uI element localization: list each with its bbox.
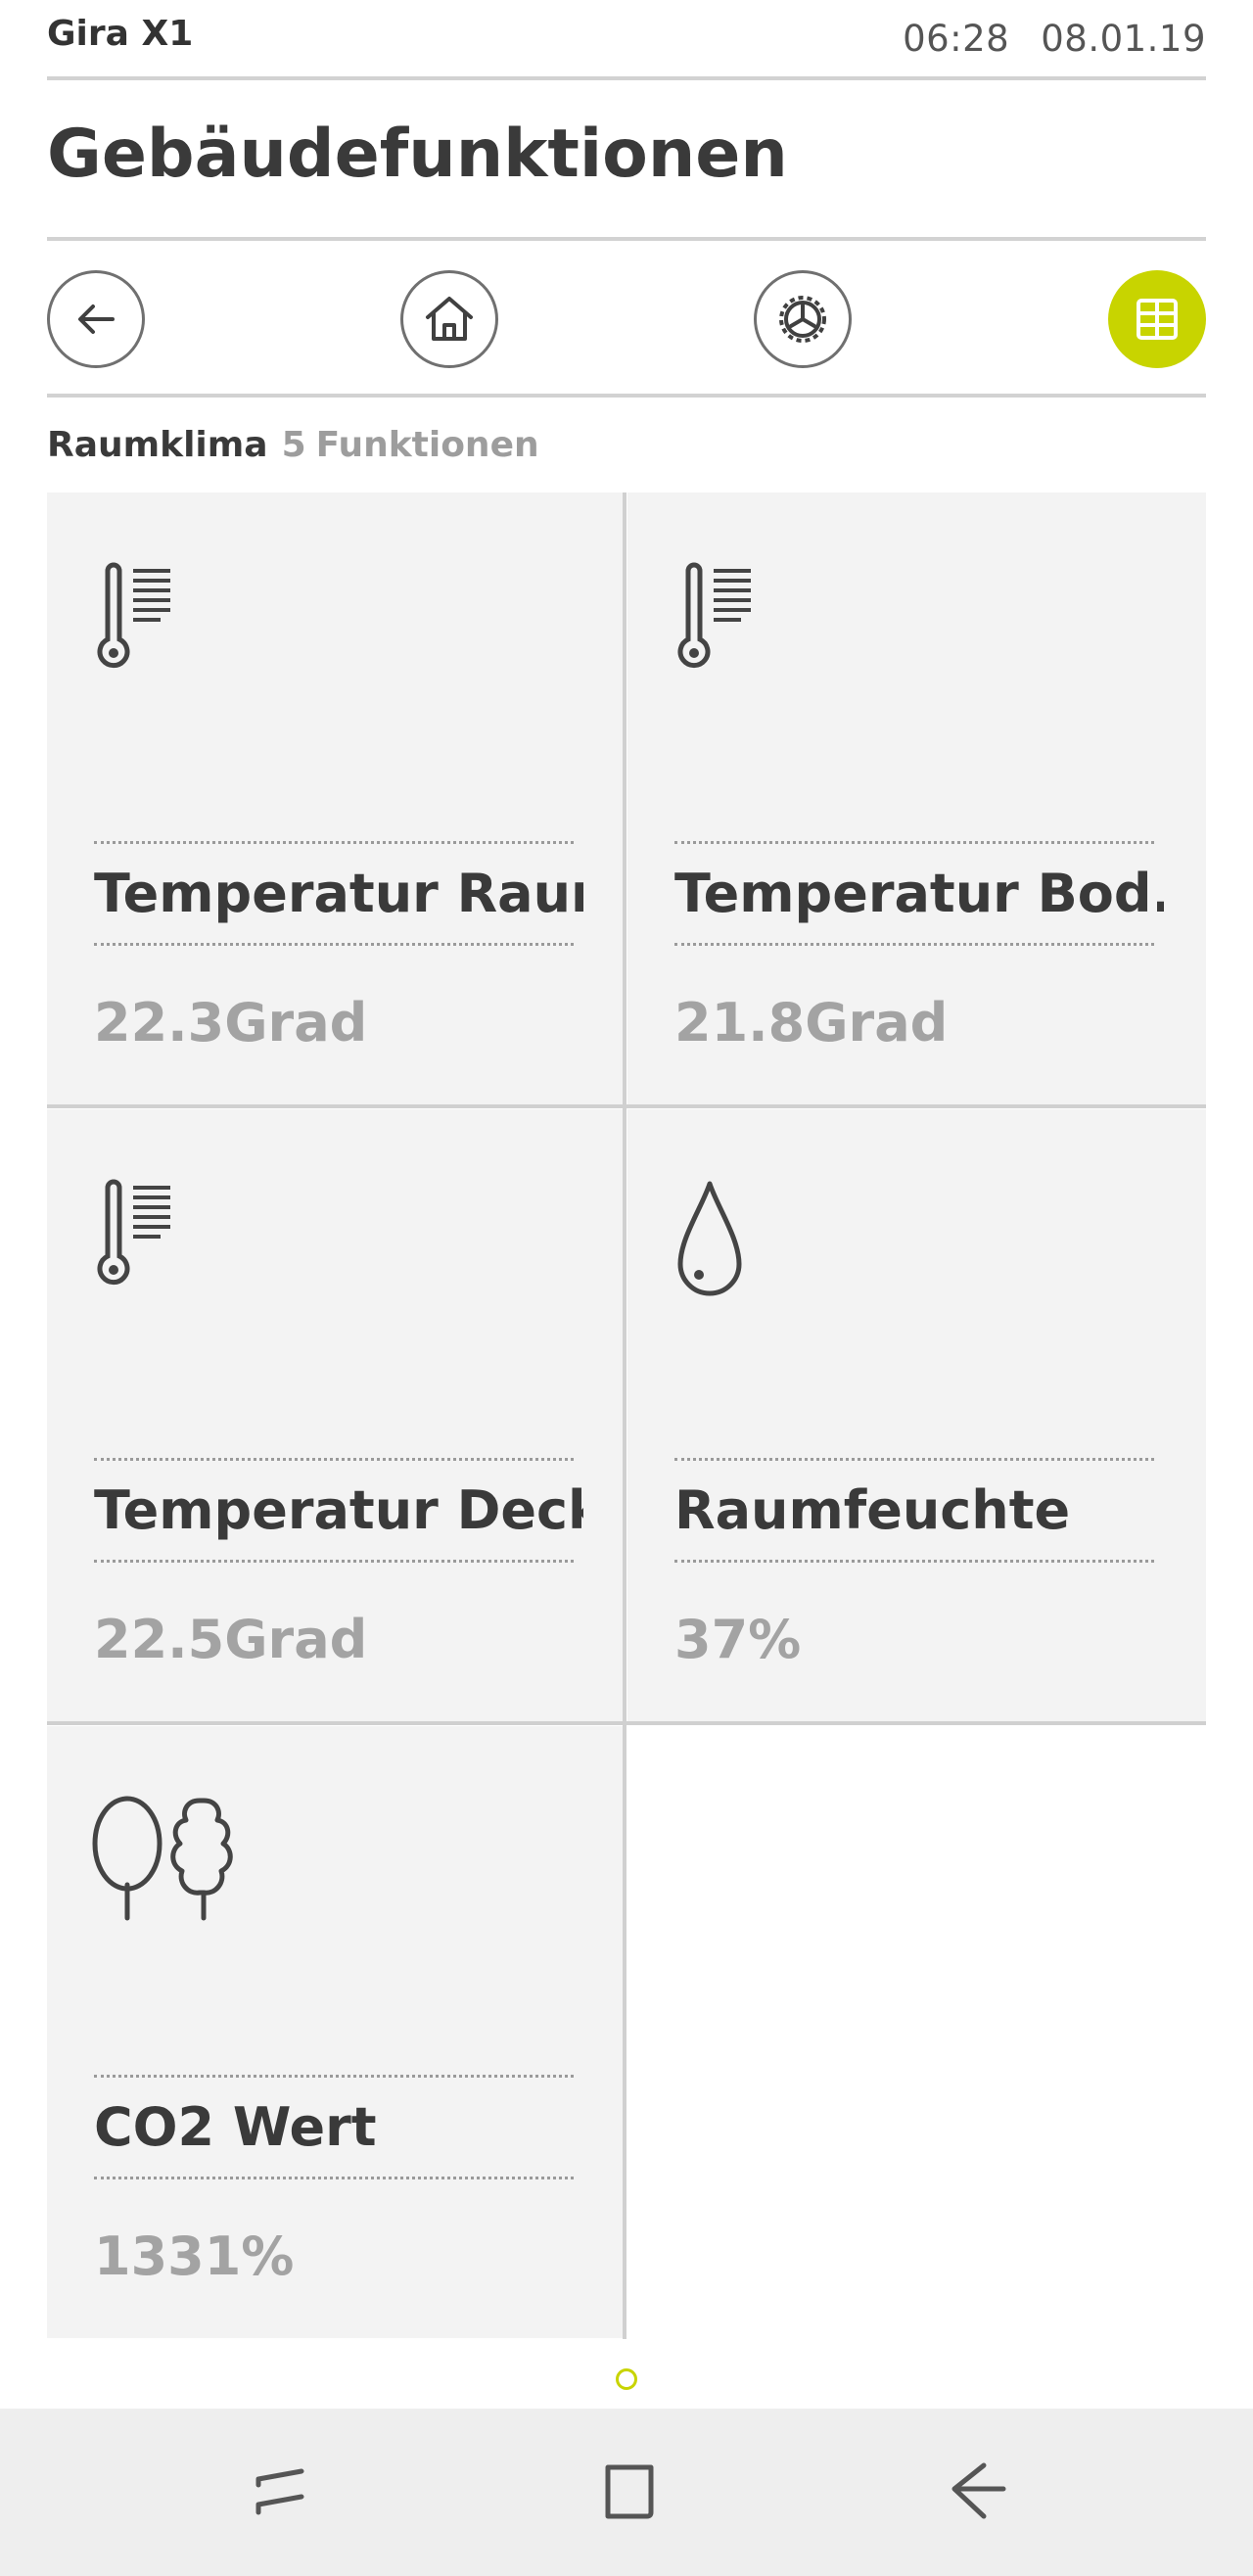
system-navigation-bar: [0, 2409, 1253, 2576]
grid-view-button[interactable]: [1108, 270, 1206, 368]
tile-divider: [94, 1458, 574, 1461]
system-home-button[interactable]: [584, 2448, 673, 2536]
tile-value: 21.8Grad: [674, 992, 949, 1054]
page-title: Gebäudefunktionen: [47, 116, 788, 193]
grid-horizontal-divider: [47, 1104, 1206, 1108]
home-button[interactable]: [400, 270, 498, 368]
tile-label: CO2 Wert: [94, 2096, 377, 2158]
back-arrow-icon: [78, 304, 115, 334]
settings-gear-icon: [779, 296, 826, 343]
app-screen: Gira X1 06:28 08.01.19 Gebäudefunktionen …: [0, 0, 1253, 2576]
thermometer-icon: [97, 1179, 170, 1286]
back-button[interactable]: [47, 270, 145, 368]
section-header: Raumklima 5 Funktionen: [47, 425, 539, 465]
page-indicator-dot[interactable]: [616, 2368, 637, 2390]
title-divider: [47, 237, 1206, 241]
nav-divider: [47, 394, 1206, 398]
app-name: Gira X1: [47, 14, 194, 54]
tile-value: 22.3Grad: [94, 992, 368, 1054]
tile-divider: [94, 1560, 574, 1563]
function-count-unit: Funktionen: [315, 425, 539, 465]
tile-divider: [94, 2075, 574, 2078]
thermometer-icon: [677, 562, 751, 669]
grid-horizontal-divider: [47, 1721, 1206, 1725]
tile-co2-wert[interactable]: CO2 Wert 1331%: [47, 1726, 626, 2338]
status-date: 08.01.19: [1041, 18, 1206, 60]
tile-label: Temperatur Raum: [94, 863, 583, 924]
status-clock: 06:28 08.01.19: [903, 18, 1206, 60]
recent-apps-button[interactable]: [235, 2448, 323, 2536]
tile-label: Raumfeuchte: [674, 1479, 1071, 1541]
tile-temperatur-decke[interactable]: Temperatur Decke 22.5Grad: [47, 1109, 626, 1721]
tile-label: Temperatur Decke: [94, 1479, 583, 1541]
tile-value: 22.5Grad: [94, 1609, 368, 1670]
tile-divider: [94, 841, 574, 844]
tile-temperatur-raum[interactable]: Temperatur Raum 22.3Grad: [47, 492, 626, 1104]
settings-button[interactable]: [754, 270, 852, 368]
tile-divider: [674, 841, 1154, 844]
water-drop-icon: [677, 1181, 742, 1296]
section-name: Raumklima: [47, 425, 268, 465]
status-time: 06:28: [903, 18, 1010, 60]
back-icon: [951, 2462, 1006, 2519]
header-divider: [47, 76, 1206, 80]
tile-label: Temperatur Bod...: [674, 863, 1164, 924]
tile-divider: [674, 1458, 1154, 1461]
grid-vertical-divider: [623, 492, 626, 2339]
recent-apps-icon: [255, 2468, 304, 2515]
tile-value: 37%: [674, 1609, 802, 1670]
function-grid: Temperatur Raum 22.3Grad Temperatur Bod.…: [47, 492, 1206, 2339]
system-back-button[interactable]: [935, 2448, 1023, 2536]
home-icon: [426, 297, 473, 341]
grid-view-icon: [1137, 299, 1178, 340]
thermometer-icon: [97, 562, 170, 669]
tile-divider: [94, 943, 574, 946]
trees-icon: [92, 1796, 233, 1921]
tile-value: 1331%: [94, 2225, 295, 2287]
tile-divider: [674, 943, 1154, 946]
tile-raumfeuchte[interactable]: Raumfeuchte 37%: [627, 1109, 1206, 1721]
tile-divider: [674, 1560, 1154, 1563]
function-count: 5: [281, 425, 306, 465]
tile-temperatur-boden[interactable]: Temperatur Bod... 21.8Grad: [627, 492, 1206, 1104]
tile-divider: [94, 2177, 574, 2179]
home-square-icon: [605, 2464, 654, 2519]
